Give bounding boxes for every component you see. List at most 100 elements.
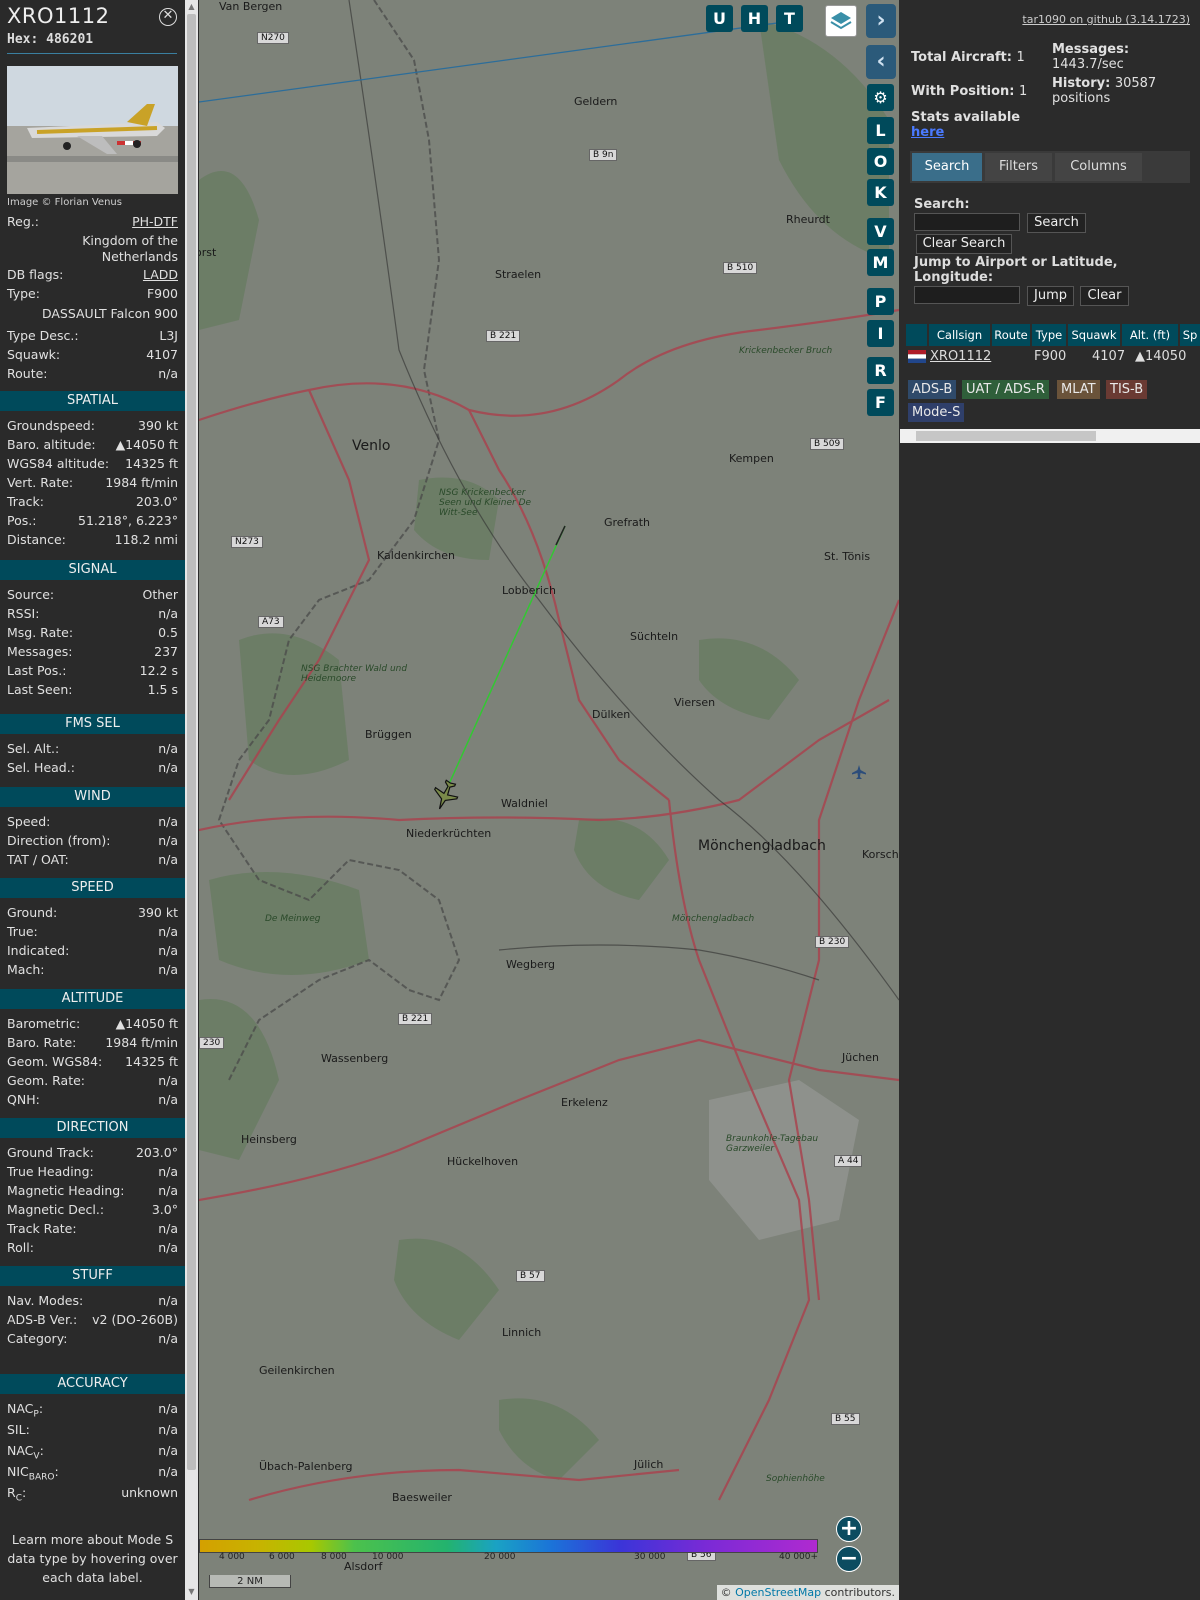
expand-right-icon[interactable]: › bbox=[866, 4, 896, 38]
toggle-k-button[interactable]: K bbox=[867, 179, 894, 206]
map-place-label: Heinsberg bbox=[241, 1133, 297, 1146]
scroll-up-icon[interactable]: ▲ bbox=[187, 2, 196, 12]
section-header-altitude: ALTITUDE bbox=[0, 989, 185, 1009]
search-button[interactable]: Search bbox=[1027, 213, 1086, 233]
info-row: NACP: n/a bbox=[7, 1401, 178, 1420]
map-place-label: Korschenbroich bbox=[862, 848, 899, 861]
info-label: True: bbox=[7, 924, 38, 939]
map-place-label: orst bbox=[199, 246, 217, 259]
info-label: Sel. Head.: bbox=[7, 760, 75, 775]
tab-search[interactable]: Search bbox=[912, 153, 982, 181]
attribution-suffix: contributors. bbox=[821, 1586, 895, 1599]
info-row: ADS-B Ver.: v2 (DO-260B) bbox=[7, 1312, 178, 1330]
info-value: unknown bbox=[121, 1485, 178, 1500]
close-icon[interactable]: ✕ bbox=[159, 8, 177, 26]
map-place-label: Van Bergen bbox=[219, 0, 283, 13]
zoom-out-icon[interactable]: − bbox=[836, 1546, 862, 1572]
zoom-in-icon[interactable]: + bbox=[836, 1516, 862, 1542]
toggle-m-button[interactable]: M bbox=[867, 249, 894, 276]
toggle-t-button[interactable]: T bbox=[776, 5, 803, 32]
source-badge[interactable]: ADS-B bbox=[908, 380, 957, 399]
info-value: 14325 ft bbox=[125, 456, 178, 471]
registration-link[interactable]: PH-DTF bbox=[132, 214, 178, 229]
source-badge[interactable]: TIS-B bbox=[1106, 380, 1148, 399]
source-badge[interactable]: Mode-S bbox=[908, 403, 965, 422]
road-shield-label: B 510 bbox=[723, 262, 758, 274]
squawk-label: Squawk: bbox=[7, 347, 61, 362]
info-row: Direction (from): n/a bbox=[7, 833, 178, 851]
info-value: n/a bbox=[158, 1293, 178, 1308]
search-input[interactable] bbox=[914, 213, 1020, 231]
map-place-label: Viersen bbox=[674, 696, 716, 709]
info-row: Roll: n/a bbox=[7, 1240, 178, 1258]
toggle-f-button[interactable]: F bbox=[867, 389, 894, 416]
footer-line: each data label. bbox=[42, 1570, 143, 1585]
info-label: Geom. WGS84: bbox=[7, 1054, 103, 1069]
toggle-p-button[interactable]: P bbox=[867, 288, 894, 315]
info-row: WGS84 altitude: 14325 ft bbox=[7, 456, 178, 474]
toggle-u-button[interactable]: U bbox=[706, 5, 733, 32]
withpos-value: 1 bbox=[1019, 84, 1028, 99]
toggle-o-button[interactable]: O bbox=[867, 148, 894, 175]
toggle-l-button[interactable]: L bbox=[867, 117, 894, 144]
toggle-r-button[interactable]: R bbox=[867, 357, 894, 384]
tab-filters[interactable]: Filters bbox=[985, 153, 1052, 181]
aircraft-list-panel: tar1090 on github (3.14.1723) Total Airc… bbox=[900, 0, 1200, 1600]
github-link[interactable]: tar1090 on github (3.14.1723) bbox=[1022, 13, 1190, 26]
layers-icon[interactable] bbox=[825, 5, 857, 37]
info-value: ▲14050 ft bbox=[115, 437, 178, 452]
info-value: n/a bbox=[158, 943, 178, 958]
col-type[interactable]: Type bbox=[1032, 324, 1066, 346]
section-header-fms-sel: FMS SEL bbox=[0, 714, 185, 734]
tab-columns[interactable]: Columns bbox=[1055, 153, 1142, 181]
info-label: Indicated: bbox=[7, 943, 70, 958]
info-row: Ground Track: 203.0° bbox=[7, 1145, 178, 1163]
info-label: Mach: bbox=[7, 962, 45, 977]
col-route[interactable]: Route bbox=[992, 324, 1030, 346]
scrollbar-thumb[interactable] bbox=[187, 14, 196, 1470]
stats-here-link[interactable]: here bbox=[911, 125, 944, 140]
scrollbar-thumb[interactable] bbox=[916, 431, 1096, 441]
col-callsign[interactable]: Callsign bbox=[929, 324, 990, 346]
info-label: Source: bbox=[7, 587, 55, 602]
openstreetmap-link[interactable]: OpenStreetMap bbox=[735, 1586, 821, 1599]
info-value: 51.218°, 6.223° bbox=[78, 513, 178, 528]
jump-input[interactable] bbox=[914, 286, 1020, 304]
history-value: 30587 bbox=[1114, 76, 1157, 91]
info-row: Category: n/a bbox=[7, 1331, 178, 1349]
col-speed[interactable]: Sp bbox=[1180, 324, 1200, 346]
toggle-i-button[interactable]: I bbox=[867, 320, 894, 347]
settings-gear-icon[interactable]: ⚙ bbox=[867, 84, 894, 111]
info-row: Vert. Rate: 1984 ft/min bbox=[7, 475, 178, 493]
dbflags-link[interactable]: LADD bbox=[143, 267, 178, 282]
source-badge[interactable]: MLAT bbox=[1057, 380, 1100, 399]
netherlands-flag-icon bbox=[908, 350, 926, 363]
col-squawk[interactable]: Squawk bbox=[1068, 324, 1120, 346]
total-label: Total Aircraft: bbox=[911, 50, 1012, 65]
clear-button[interactable]: Clear bbox=[1080, 286, 1129, 306]
legend-tick-label: 6 000 bbox=[269, 1552, 295, 1562]
sidebar-scrollbar[interactable]: ▲ ▼ bbox=[185, 0, 198, 1600]
divider bbox=[7, 53, 177, 54]
info-value: 203.0° bbox=[135, 1145, 178, 1160]
info-value: n/a bbox=[158, 1331, 178, 1346]
section-header-accuracy: ACCURACY bbox=[0, 1374, 185, 1394]
table-horizontal-scrollbar[interactable] bbox=[900, 429, 1200, 443]
aircraft-photo[interactable] bbox=[7, 66, 178, 194]
map-place-label: St. Tönis bbox=[824, 550, 871, 563]
jump-button[interactable]: Jump bbox=[1027, 286, 1074, 306]
road-shield-label: B 221 bbox=[486, 330, 521, 342]
info-row: Groundspeed: 390 kt bbox=[7, 418, 178, 436]
collapse-left-icon[interactable]: ‹ bbox=[866, 45, 896, 79]
toggle-h-button[interactable]: H bbox=[741, 5, 768, 32]
info-row: Source: Other bbox=[7, 587, 178, 605]
row-callsign[interactable]: XRO1112 bbox=[930, 348, 991, 366]
road-shield-label: A73 bbox=[258, 616, 284, 628]
col-altitude[interactable]: Alt. (ft) bbox=[1122, 324, 1178, 346]
source-badge[interactable]: UAT / ADS-R bbox=[962, 380, 1049, 399]
map-view[interactable]: Geldern Rheurdt Straelen Venlo Kempen Grefrat… bbox=[199, 0, 899, 1600]
toggle-v-button[interactable]: V bbox=[867, 218, 894, 245]
clear-search-button[interactable]: Clear Search bbox=[916, 234, 1012, 254]
scroll-down-icon[interactable]: ▼ bbox=[187, 1587, 196, 1597]
info-value: n/a bbox=[158, 760, 178, 775]
